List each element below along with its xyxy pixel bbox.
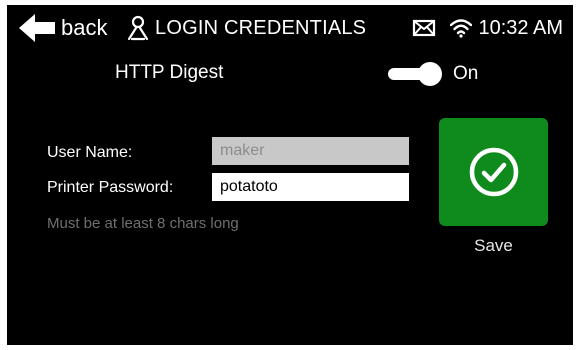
save-label: Save	[474, 236, 513, 255]
password-hint: Must be at least 8 chars long	[47, 215, 239, 232]
arrow-left-icon	[19, 13, 57, 43]
save-button[interactable]	[439, 118, 548, 226]
password-label: Printer Password:	[47, 179, 174, 196]
toggle-knob	[418, 62, 442, 86]
status-area: 10:32 AM	[412, 11, 563, 45]
clock-time: 10:32 AM	[478, 17, 563, 39]
page-title: LOGIN CREDENTIALS	[155, 17, 367, 39]
page-title-group: LOGIN CREDENTIALS	[127, 11, 366, 45]
person-icon	[127, 15, 149, 41]
back-label: back	[61, 15, 108, 40]
wifi-icon	[450, 18, 473, 38]
toggle-state-label: On	[453, 63, 479, 84]
back-button[interactable]: back	[19, 11, 107, 45]
header-bar: back LOGIN CREDENTIALS 10:32 AM	[7, 5, 573, 51]
screen: back LOGIN CREDENTIALS 10:32 AM HTTP Dig…	[7, 5, 573, 345]
mail-icon	[412, 18, 436, 38]
username-label: User Name:	[47, 144, 133, 161]
password-field[interactable]	[212, 173, 409, 201]
username-field[interactable]	[212, 137, 409, 165]
http-digest-toggle[interactable]	[388, 62, 448, 86]
check-circle-icon	[467, 145, 521, 199]
http-digest-label: HTTP Digest	[115, 62, 224, 83]
